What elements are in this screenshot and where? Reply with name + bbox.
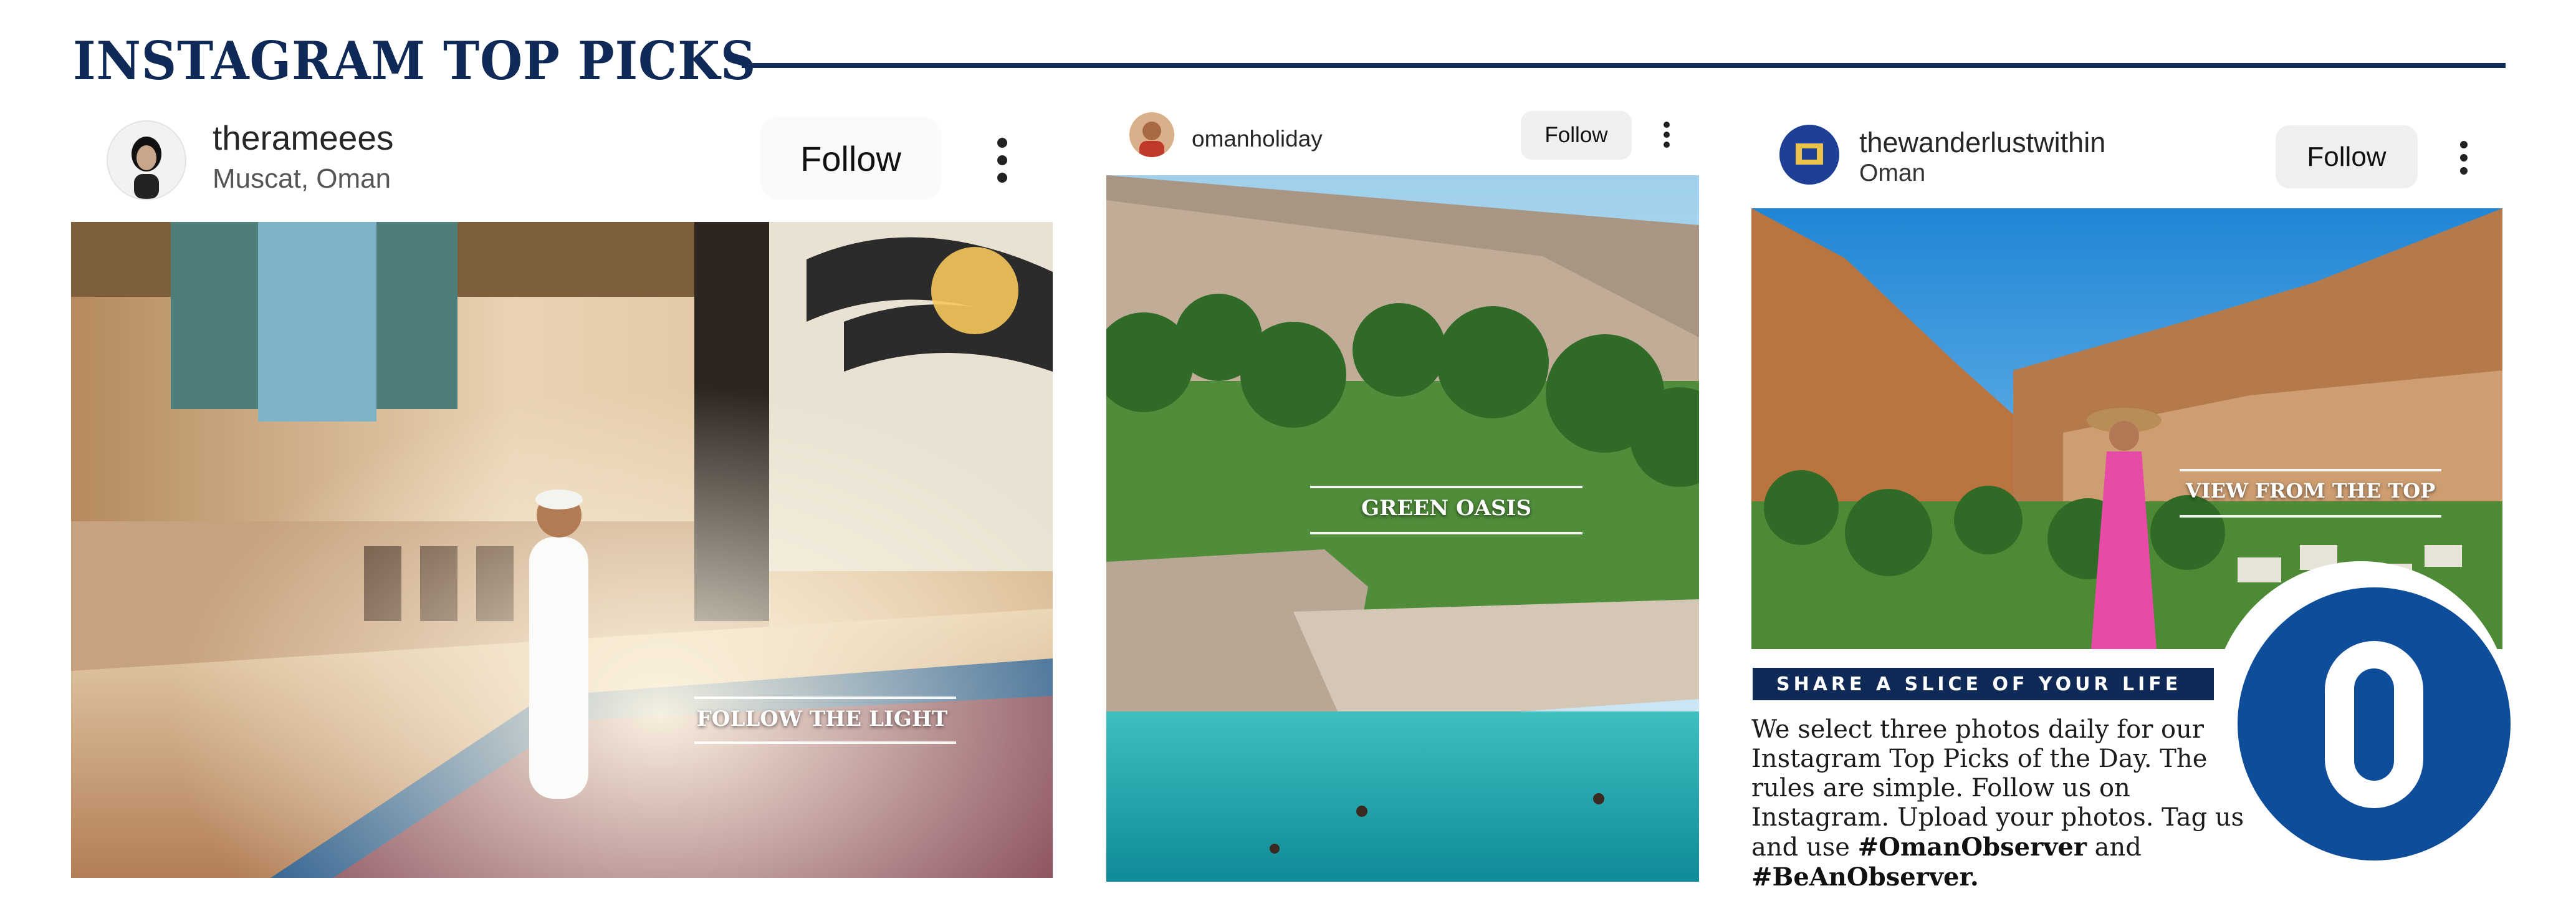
post2-caption-line-top <box>1310 486 1582 488</box>
post2-caption-line-bottom <box>1310 532 1582 534</box>
post1-caption: FOLLOW THE LIGHT <box>696 706 948 731</box>
post3-location[interactable]: Oman <box>1859 160 1925 187</box>
post1-photo-mosque[interactable] <box>71 222 1053 878</box>
post2-username[interactable]: omanholiday <box>1192 126 1323 152</box>
post1-avatar[interactable] <box>107 120 186 200</box>
post3-caption-line-bottom <box>2180 515 2441 518</box>
slice-banner: SHARE A SLICE OF YOUR LIFE <box>1753 668 2214 700</box>
post2-more-icon[interactable] <box>1662 122 1671 148</box>
post3-follow-button[interactable]: Follow <box>2276 125 2418 188</box>
post2-avatar[interactable] <box>1129 112 1174 157</box>
post3-caption: VIEW FROM THE TOP <box>2185 479 2436 503</box>
post3-avatar[interactable] <box>1779 125 1839 185</box>
post1-caption-line-bottom <box>694 741 956 744</box>
hashtag-oman-observer: #OmanObserver <box>1857 832 2087 862</box>
post2-caption: GREEN OASIS <box>1361 496 1532 521</box>
post2-photo-oasis[interactable] <box>1106 175 1699 882</box>
post1-more-icon[interactable] <box>995 138 1010 183</box>
hashtag-be-an-observer: #BeAnObserver. <box>1751 862 1979 892</box>
post3-more-icon[interactable] <box>2458 141 2469 175</box>
post1-follow-button[interactable]: Follow <box>760 117 941 200</box>
oman-observer-logo <box>2238 587 2511 861</box>
title-rule <box>742 63 2506 68</box>
post2-follow-button[interactable]: Follow <box>1521 111 1632 160</box>
post1-caption-line-top <box>694 697 956 699</box>
post3-caption-line-top <box>2180 469 2441 471</box>
post3-username[interactable]: thewanderlustwithin <box>1859 127 2105 159</box>
post1-username[interactable]: therameees <box>213 118 393 158</box>
post1-location[interactable]: Muscat, Oman <box>213 163 391 195</box>
info-paragraph: We select three photos daily for our Ins… <box>1751 715 2250 892</box>
info-joiner: and <box>2094 833 2142 862</box>
page-title: INSTAGRAM TOP PICKS <box>73 30 757 92</box>
